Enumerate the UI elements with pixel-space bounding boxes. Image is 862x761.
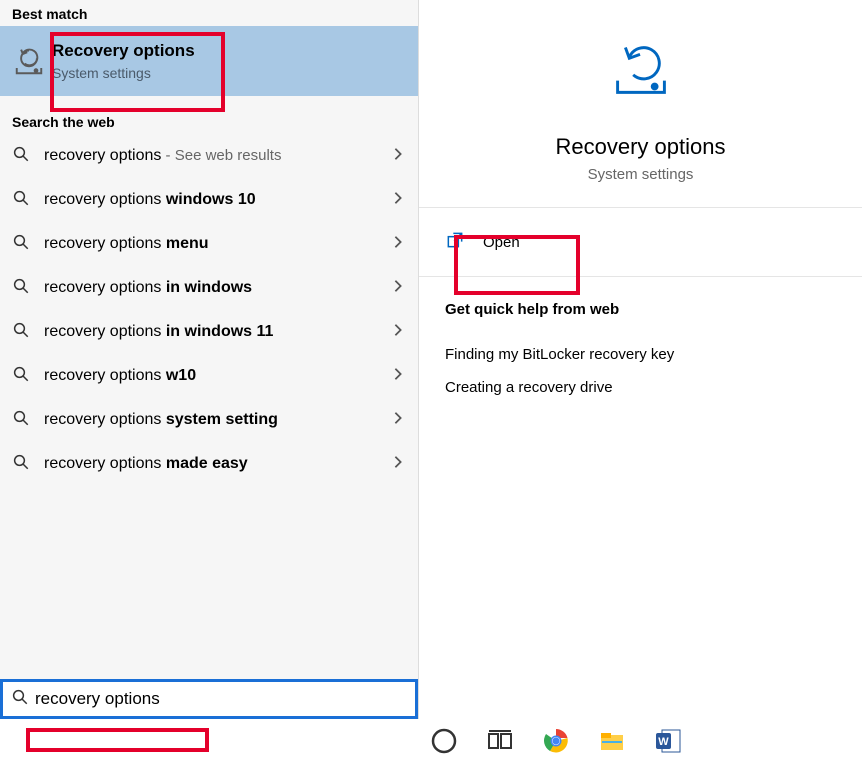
search-icon — [12, 321, 30, 343]
best-match-header: Best match — [0, 0, 418, 26]
search-icon — [12, 233, 30, 255]
search-icon — [12, 189, 30, 211]
web-result-text: recovery options w10 — [44, 367, 196, 385]
chevron-right-icon — [392, 367, 404, 385]
search-icon — [11, 688, 29, 710]
word-icon[interactable]: W — [654, 727, 682, 755]
web-result-item[interactable]: recovery options windows 10 — [0, 178, 418, 222]
chevron-right-icon — [392, 411, 404, 429]
cortana-icon[interactable] — [430, 727, 458, 755]
detail-subtitle: System settings — [588, 166, 694, 183]
web-result-item[interactable]: recovery options system setting — [0, 398, 418, 442]
web-results-list: recovery options - See web results recov… — [0, 134, 418, 486]
best-match-subtitle: System settings — [52, 65, 195, 81]
open-icon — [445, 230, 465, 254]
web-result-text: recovery options windows 10 — [44, 191, 256, 209]
web-result-item[interactable]: recovery options in windows — [0, 266, 418, 310]
search-icon — [12, 145, 30, 167]
search-icon — [12, 365, 30, 387]
search-input[interactable] — [35, 689, 407, 709]
detail-pane: Recovery options System settings Open Ge… — [418, 0, 862, 720]
recovery-large-icon — [602, 28, 680, 106]
taskbar: W — [0, 719, 862, 761]
search-icon — [12, 277, 30, 299]
best-match-title: Recovery options — [52, 41, 195, 61]
web-result-item[interactable]: recovery options w10 — [0, 354, 418, 398]
search-bar[interactable] — [0, 679, 418, 719]
svg-text:W: W — [658, 736, 669, 748]
chevron-right-icon — [392, 279, 404, 297]
web-result-text: recovery options made easy — [44, 455, 248, 473]
web-result-item[interactable]: recovery options in windows 11 — [0, 310, 418, 354]
web-result-text: recovery options in windows 11 — [44, 323, 273, 341]
open-action[interactable]: Open — [419, 207, 862, 277]
detail-title: Recovery options — [556, 134, 726, 160]
web-result-text: recovery options in windows — [44, 279, 252, 297]
chevron-right-icon — [392, 323, 404, 341]
chevron-right-icon — [392, 235, 404, 253]
chevron-right-icon — [392, 455, 404, 473]
web-result-text: recovery options - See web results — [44, 147, 281, 165]
web-result-text: recovery options system setting — [44, 411, 278, 429]
web-result-item[interactable]: recovery options made easy — [0, 442, 418, 486]
chevron-right-icon — [392, 191, 404, 209]
web-result-item[interactable]: recovery options - See web results — [0, 134, 418, 178]
search-results-pane: Best match Recovery options System setti… — [0, 0, 418, 720]
help-link[interactable]: Finding my BitLocker recovery key — [445, 338, 836, 371]
chrome-icon[interactable] — [542, 727, 570, 755]
web-result-text: recovery options menu — [44, 235, 209, 253]
help-header: Get quick help from web — [445, 301, 836, 318]
chevron-right-icon — [392, 147, 404, 165]
open-label: Open — [483, 234, 520, 251]
recovery-icon — [8, 40, 50, 82]
search-icon — [12, 453, 30, 475]
search-web-header: Search the web — [0, 108, 418, 134]
file-explorer-icon[interactable] — [598, 727, 626, 755]
help-link[interactable]: Creating a recovery drive — [445, 371, 836, 404]
best-match-item[interactable]: Recovery options System settings — [0, 26, 418, 96]
task-view-icon[interactable] — [486, 727, 514, 755]
search-icon — [12, 409, 30, 431]
web-result-item[interactable]: recovery options menu — [0, 222, 418, 266]
